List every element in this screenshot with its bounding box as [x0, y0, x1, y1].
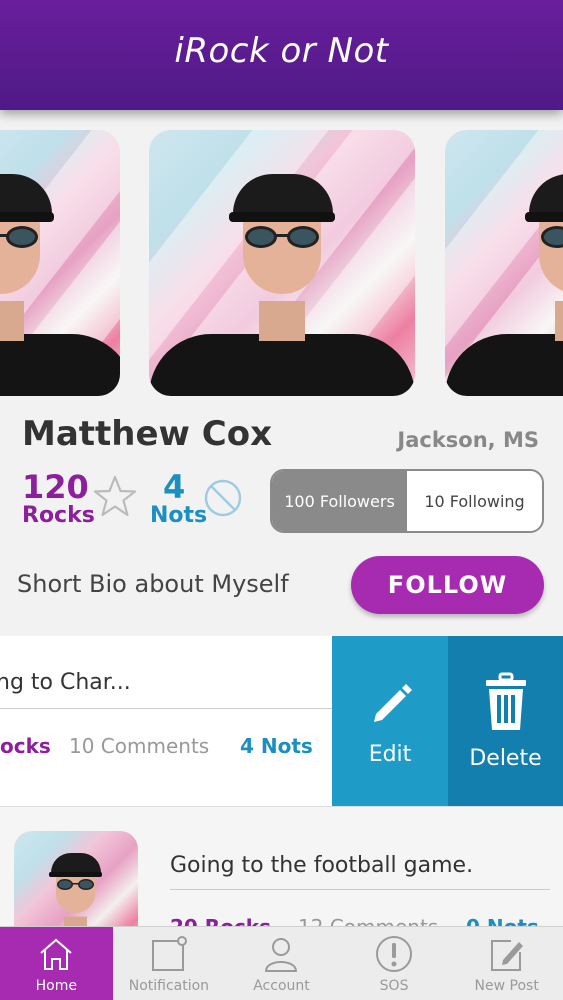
app-header: iRock or Not	[0, 0, 563, 110]
profile-photo-previous[interactable]	[0, 130, 120, 396]
post-rocks[interactable]: ocks	[0, 734, 51, 758]
bottom-tab-bar: Home Notification Account SOS New Post	[0, 926, 563, 1000]
tab-notification[interactable]: Notification	[113, 927, 226, 1000]
tab-home[interactable]: Home	[0, 927, 113, 1000]
followers-tab[interactable]: 100 Followers	[272, 471, 407, 531]
notification-icon	[151, 936, 187, 971]
star-icon	[93, 475, 137, 517]
post-row-swiped[interactable]: ng to Char... ocks 10 Comments 4 Nots Ed…	[0, 636, 563, 806]
profile-name: Matthew Cox	[22, 414, 273, 454]
home-icon	[40, 938, 72, 970]
edit-label: Edit	[368, 741, 412, 767]
new-post-icon	[490, 940, 523, 971]
follow-button[interactable]: FOLLOW	[351, 556, 544, 614]
tab-label: New Post	[474, 978, 539, 994]
nots-label: Nots	[150, 503, 208, 528]
nots-count: 4	[163, 468, 186, 506]
delete-button[interactable]: Delete	[448, 636, 563, 806]
tab-new-post[interactable]: New Post	[450, 927, 563, 1000]
rocks-label: Rocks	[22, 503, 95, 528]
tab-label: SOS	[379, 978, 409, 994]
tab-account[interactable]: Account	[225, 927, 338, 1000]
ban-icon	[204, 479, 242, 517]
delete-label: Delete	[469, 745, 542, 771]
post-divider	[0, 708, 332, 709]
app-title: iRock or Not	[174, 31, 389, 71]
rocks-count: 120	[22, 468, 89, 506]
trash-icon	[485, 672, 526, 730]
post-row[interactable]: Going to the football game. 20 Rocks 12 …	[0, 806, 563, 955]
followers-following-toggle[interactable]: 100 Followers 10 Following	[270, 469, 544, 533]
post-nots[interactable]: 4 Nots	[240, 734, 313, 758]
account-icon	[265, 938, 298, 972]
profile-location: Jackson, MS	[397, 428, 539, 452]
post-divider	[170, 889, 550, 890]
profile-photo-current[interactable]	[149, 130, 415, 396]
following-tab[interactable]: 10 Following	[407, 471, 542, 531]
pencil-icon	[374, 683, 412, 722]
sos-icon	[376, 936, 413, 972]
tab-label: Home	[35, 978, 77, 994]
post-comments[interactable]: 10 Comments	[69, 734, 209, 758]
profile-photo-next[interactable]	[445, 130, 563, 396]
profile-bio: Short Bio about Myself	[17, 570, 289, 598]
post-title: Going to the football game.	[170, 853, 474, 878]
tab-sos[interactable]: SOS	[338, 927, 451, 1000]
tab-label: Notification	[128, 978, 210, 994]
post-title: ng to Char...	[0, 670, 131, 695]
edit-button[interactable]: Edit	[332, 636, 448, 806]
tab-label: Account	[253, 978, 310, 994]
photo-carousel[interactable]	[0, 130, 563, 396]
